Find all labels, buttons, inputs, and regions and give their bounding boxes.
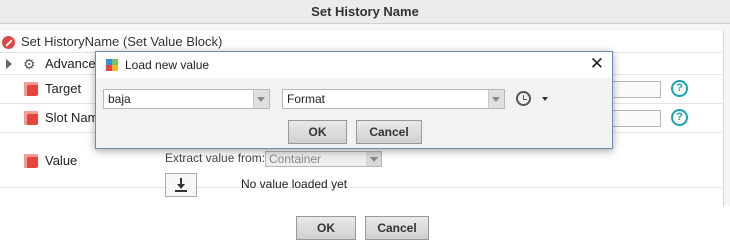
help-icon[interactable]: ?: [671, 80, 688, 97]
error-icon: [2, 36, 15, 49]
modal-title: Load new value: [125, 58, 210, 72]
block-header-title: Set HistoryName (Set Value Block): [21, 34, 223, 49]
modal-ok-button[interactable]: OK: [288, 120, 347, 144]
caret-down-icon[interactable]: [542, 97, 548, 101]
load-value-modal: Load new value ✕ baja Format OK Cancel: [95, 51, 613, 149]
target-field[interactable]: [610, 81, 661, 98]
block-header-row: Set HistoryName (Set Value Block): [0, 31, 724, 53]
modal-cancel-button[interactable]: Cancel: [356, 120, 422, 144]
app-icon: [106, 59, 118, 71]
dialog-button-bar: OK Cancel: [0, 206, 730, 243]
slot-name-label: Slot Nam: [45, 110, 99, 125]
load-value-button[interactable]: [165, 173, 197, 197]
chevron-down-icon[interactable]: [253, 90, 269, 108]
extract-select-value: Container: [269, 152, 322, 166]
component-icon: [24, 82, 38, 96]
type-select-value: Format: [287, 92, 326, 106]
extract-label: Extract value from:: [165, 151, 266, 165]
expand-icon[interactable]: [6, 59, 12, 69]
clock-icon[interactable]: [516, 91, 531, 106]
value-label: Value: [45, 153, 78, 168]
extract-select[interactable]: Container: [265, 151, 382, 167]
chevron-down-icon[interactable]: [366, 152, 381, 166]
type-select[interactable]: Format: [282, 89, 505, 109]
close-icon[interactable]: ✕: [590, 55, 604, 73]
advanced-label: Advance: [45, 56, 96, 71]
no-value-text: No value loaded yet: [241, 177, 348, 191]
download-icon: [175, 178, 187, 192]
gear-icon: ⚙: [23, 56, 36, 72]
component-icon: [24, 111, 38, 125]
target-label: Target: [45, 81, 82, 96]
cancel-button[interactable]: Cancel: [365, 216, 429, 240]
chevron-down-icon[interactable]: [488, 90, 504, 108]
slot-name-field[interactable]: [610, 110, 661, 127]
help-icon[interactable]: ?: [671, 109, 688, 126]
module-select-value: baja: [108, 92, 131, 106]
module-select[interactable]: baja: [103, 89, 270, 109]
ok-button[interactable]: OK: [296, 216, 356, 240]
dialog-title: Set History Name: [0, 0, 730, 24]
component-icon: [24, 154, 38, 168]
modal-titlebar: Load new value ✕: [96, 52, 612, 78]
